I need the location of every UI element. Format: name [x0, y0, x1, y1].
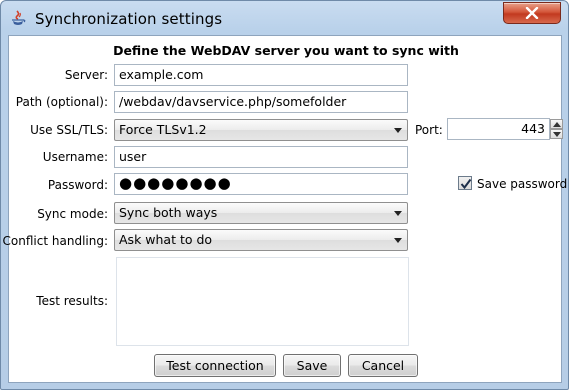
- server-label: Server:: [64, 68, 108, 82]
- password-input[interactable]: ●●●●●●●●: [114, 173, 408, 195]
- conflict-label: Conflict handling:: [2, 234, 108, 248]
- form-heading: Define the WebDAV server you want to syn…: [113, 43, 459, 58]
- sync-mode-label: Sync mode:: [37, 207, 108, 221]
- ssl-select[interactable]: Force TLSv1.2: [114, 119, 408, 141]
- spinner-down-button[interactable]: [550, 129, 563, 139]
- port-spinner: [550, 119, 563, 139]
- password-label: Password:: [47, 178, 108, 192]
- ssl-label: Use SSL/TLS:: [30, 123, 108, 137]
- title-bar[interactable]: Synchronization settings: [1, 1, 568, 35]
- checkmark-icon: [460, 178, 472, 190]
- port-label: Port:: [415, 123, 443, 137]
- sync-mode-value: Sync both ways: [119, 205, 218, 220]
- username-label: Username:: [42, 150, 108, 164]
- port-input[interactable]: 443: [447, 118, 550, 140]
- test-results-label: Test results:: [36, 294, 108, 308]
- dialog-content: Define the WebDAV server you want to syn…: [3, 35, 567, 383]
- save-password-checkbox[interactable]: [458, 176, 472, 190]
- close-button[interactable]: [503, 2, 561, 24]
- test-connection-button[interactable]: Test connection: [154, 354, 276, 377]
- java-app-icon: [8, 8, 28, 28]
- arrow-down-icon: [553, 132, 561, 137]
- arrow-up-icon: [553, 122, 561, 127]
- save-button[interactable]: Save: [283, 354, 341, 377]
- chevron-down-icon: [394, 211, 402, 216]
- chevron-down-icon: [394, 128, 402, 133]
- path-label: Path (optional):: [15, 95, 108, 109]
- close-icon: [525, 7, 539, 19]
- save-password-label[interactable]: Save password: [477, 177, 567, 191]
- window-title: Synchronization settings: [35, 10, 223, 28]
- spinner-up-button[interactable]: [550, 119, 563, 129]
- sync-mode-select[interactable]: Sync both ways: [114, 202, 408, 224]
- username-input[interactable]: user: [114, 146, 408, 168]
- cancel-button[interactable]: Cancel: [348, 354, 418, 377]
- chevron-down-icon: [394, 238, 402, 243]
- ssl-select-value: Force TLSv1.2: [119, 122, 207, 137]
- conflict-select[interactable]: Ask what to do: [114, 229, 408, 251]
- server-input[interactable]: example.com: [114, 64, 408, 86]
- dialog-window: Synchronization settings Define the WebD…: [0, 0, 569, 390]
- conflict-value: Ask what to do: [119, 232, 213, 247]
- test-results-area[interactable]: [116, 257, 409, 346]
- path-input[interactable]: /webdav/davservice.php/somefolder: [114, 91, 408, 113]
